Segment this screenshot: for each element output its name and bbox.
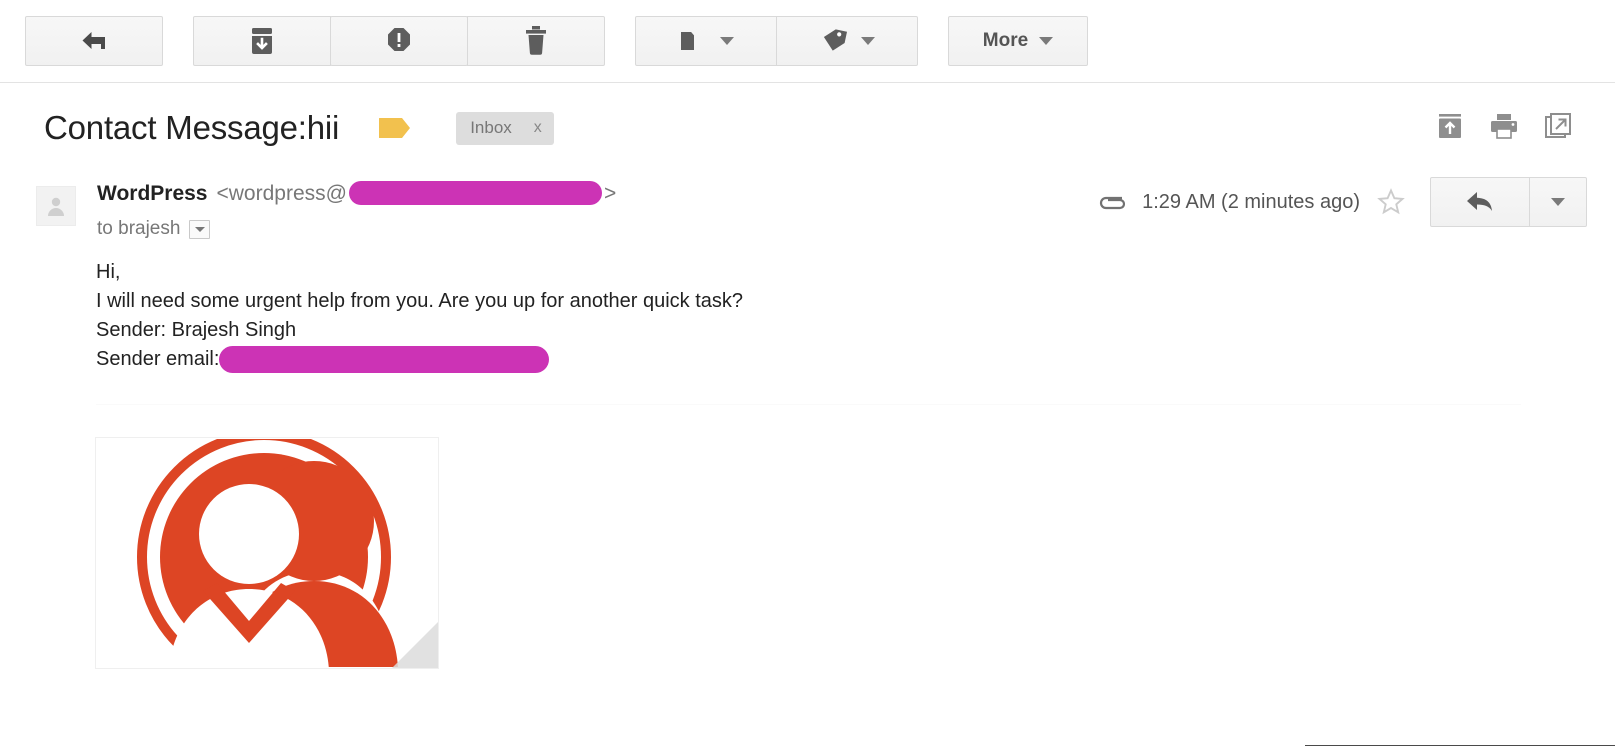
page-title: Contact Message:hii <box>44 109 340 146</box>
chevron-down-icon <box>194 226 205 232</box>
redacted-body-email <box>219 346 550 373</box>
message-more-actions-button[interactable] <box>1529 177 1587 227</box>
archive-button[interactable] <box>193 16 331 66</box>
bottom-rule <box>1305 745 1615 746</box>
archive-spam-delete-group <box>193 16 605 66</box>
chevron-down-icon <box>1039 37 1054 45</box>
more-button[interactable]: More <box>948 16 1088 66</box>
chevron-down-icon <box>719 37 734 45</box>
sender-block: WordPress <wordpress@ > to brajesh <box>97 181 616 240</box>
label-tag-icon[interactable] <box>378 115 412 141</box>
trash-icon <box>526 26 546 55</box>
move-label-group <box>635 16 918 66</box>
body-line: Hi, <box>96 261 121 283</box>
inbox-label-chip[interactable]: Inbox x <box>456 111 554 145</box>
image-corner-fold <box>392 622 438 668</box>
body-line: Sender: Brajesh Singh <box>96 319 297 341</box>
sender-name: WordPress <box>97 181 208 205</box>
reply-button[interactable] <box>1430 177 1530 227</box>
body-line-redacted: Sender email: <box>96 345 1590 374</box>
sender-email-label: Sender email: <box>96 348 220 370</box>
subject-row: Contact Message:hii Inbox x <box>0 83 1615 169</box>
message-timestamp: 1:29 AM (2 minutes ago) <box>1142 190 1360 213</box>
body-line: I will need some urgent help from you. A… <box>96 290 744 312</box>
label-tag-shape <box>378 118 411 138</box>
message-meta: 1:29 AM (2 minutes ago) <box>1095 177 1587 227</box>
attachment-clip-icon <box>1100 196 1126 210</box>
more-label: More <box>982 30 1029 51</box>
message-toolbar: More <box>0 0 1615 83</box>
back-to-inbox-button[interactable] <box>25 16 163 66</box>
avatar <box>36 186 76 226</box>
sender-email-suffix: > <box>603 181 617 205</box>
message-header: WordPress <wordpress@ > to brajesh 1:29 … <box>0 169 1615 240</box>
back-arrow-icon <box>82 32 105 49</box>
open-in-new-window-icon[interactable] <box>1545 113 1571 139</box>
labels-button[interactable] <box>776 16 918 66</box>
recipient-details-toggle[interactable] <box>189 219 211 239</box>
contacts-group-logo-icon <box>137 439 398 667</box>
message-body: Hi, I will need some urgent help from yo… <box>0 240 1615 374</box>
attachment-image[interactable] <box>95 437 439 669</box>
chip-label: Inbox <box>470 117 512 137</box>
reply-arrow-icon <box>1467 192 1492 211</box>
back-button-group <box>25 16 163 66</box>
spam-icon <box>388 28 410 51</box>
report-spam-button[interactable] <box>330 16 468 66</box>
sender-line[interactable]: WordPress <wordpress@ > <box>97 181 616 205</box>
chevron-down-icon <box>1551 198 1565 206</box>
chip-remove-icon[interactable]: x <box>534 119 542 137</box>
recipient-line: to brajesh <box>97 218 616 240</box>
star-icon[interactable] <box>1377 188 1405 216</box>
archive-icon <box>252 28 272 54</box>
sender-email-prefix: <wordpress@ <box>216 181 347 205</box>
chevron-down-icon <box>860 37 875 45</box>
folder-icon <box>680 32 694 50</box>
redacted-sender-email <box>348 181 602 205</box>
recipient-label: to brajesh <box>97 218 181 239</box>
move-to-inbox-icon[interactable] <box>1437 113 1463 139</box>
delete-button[interactable] <box>467 16 605 66</box>
label-icon <box>823 29 847 51</box>
print-icon[interactable] <box>1489 113 1519 139</box>
subject-actions <box>1437 113 1571 139</box>
reply-button-group <box>1430 177 1587 227</box>
move-to-button[interactable] <box>635 16 777 66</box>
person-placeholder-icon <box>48 197 64 216</box>
body-divider <box>96 404 1521 405</box>
more-button-group: More <box>948 16 1088 66</box>
